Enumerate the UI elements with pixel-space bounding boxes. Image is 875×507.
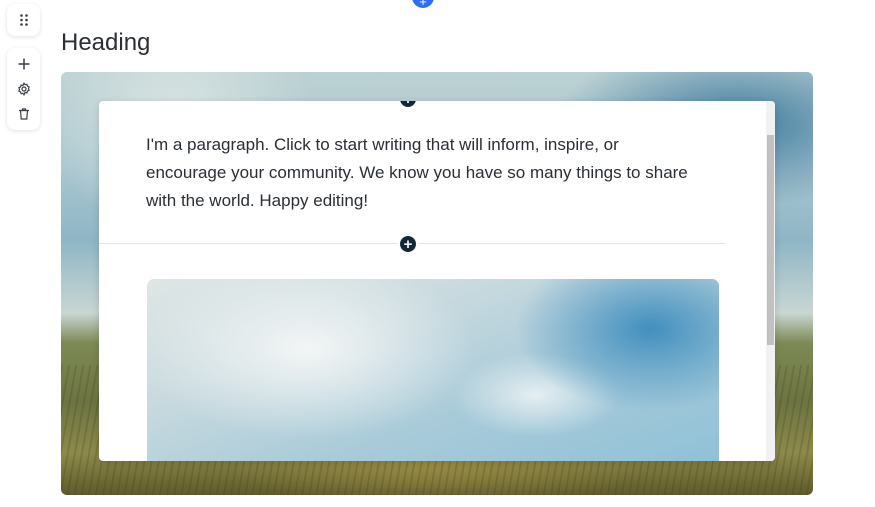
plus-icon [18,58,29,70]
plus-icon: + [419,0,427,9]
image-block[interactable] [147,279,719,461]
trash-icon [18,108,29,120]
insert-block-button[interactable]: + [398,234,418,254]
insert-block-button[interactable]: + [398,101,418,109]
block-toolbar [7,48,40,130]
settings-button[interactable] [14,79,34,99]
scrollbar[interactable] [766,101,775,461]
plus-icon: + [404,101,413,107]
add-block-above-button[interactable]: + [412,0,434,8]
paragraph-block[interactable]: I'm a paragraph. Click to start writing … [146,131,691,215]
plus-icon: + [403,235,413,253]
delete-block-button[interactable] [14,104,34,124]
add-block-button[interactable] [14,54,34,74]
drag-handle-icon [14,10,34,30]
scrollbar-thumb[interactable] [767,135,774,345]
page-heading[interactable]: Heading [61,29,150,57]
drag-handle-button[interactable] [7,4,40,36]
content-card: + I'm a paragraph. Click to start writin… [99,101,775,461]
gear-icon [17,82,30,96]
